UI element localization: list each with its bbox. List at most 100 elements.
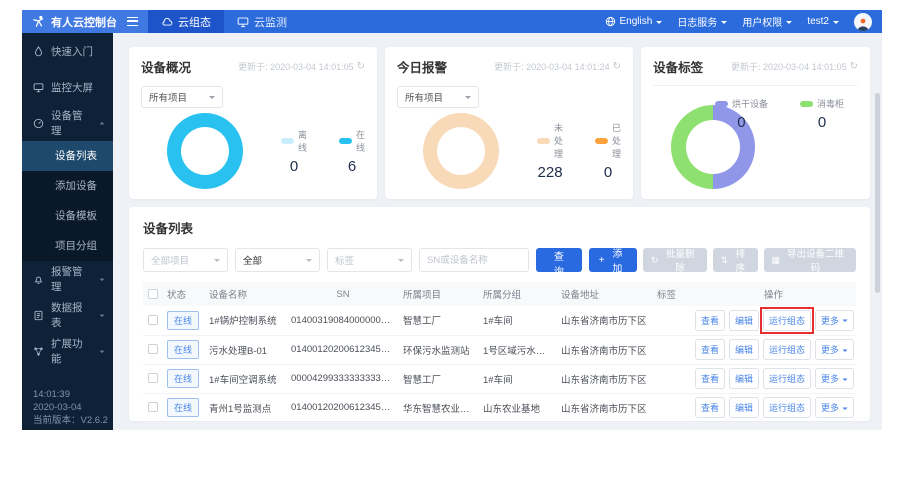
sort-button[interactable]: ⇅ 排序 <box>712 248 758 274</box>
sidebar-footer: 14:01:39 2020-03-04 当前版本：V2.6.2 <box>33 388 108 427</box>
sidebar-item-extensions[interactable]: 扩展功能 <box>22 333 113 369</box>
username-label: test2 <box>807 16 829 27</box>
edit-button[interactable]: 编辑 <box>729 339 760 360</box>
tag-filter-select[interactable]: 标签 <box>327 248 413 272</box>
row-checkbox[interactable] <box>148 315 158 326</box>
sidebar-item-big-screen[interactable]: 监控大屏 <box>22 69 113 105</box>
add-device-button[interactable]: + 添加 <box>588 248 638 275</box>
view-button[interactable]: 查看 <box>695 309 726 331</box>
legend-online: 在线 6 <box>339 128 365 175</box>
run-scada-button[interactable]: 运行组态 <box>763 368 812 389</box>
refresh-icon[interactable]: ↻ <box>613 61 621 72</box>
tab-label: 云组态 <box>178 16 211 29</box>
device-status-donut <box>167 113 243 189</box>
row-checkbox[interactable] <box>148 373 158 384</box>
more-button[interactable]: 更多 <box>815 339 855 360</box>
language-menu[interactable]: English <box>605 16 663 27</box>
col-status: 状态 <box>163 282 205 306</box>
row-checkbox[interactable] <box>148 402 158 413</box>
refresh-icon[interactable]: ↻ <box>850 61 858 72</box>
search-button[interactable]: 查询 <box>536 248 582 278</box>
chevron-down-icon <box>842 348 848 354</box>
legend-label: 未处理 <box>554 123 564 159</box>
alarm-status-donut <box>423 113 500 189</box>
sidebar-item-add-device[interactable]: 添加设备 <box>22 171 113 201</box>
person-logo-icon <box>33 15 44 27</box>
legend-swatch <box>281 137 294 144</box>
card-updated: 更新于: 2020-03-04 14:01:05 ↻ <box>238 60 365 73</box>
card-updated: 更新于: 2020-03-04 14:01:24 ↻ <box>494 60 621 73</box>
sidebar-item-label: 报警管理 <box>51 266 83 293</box>
chevron-down-icon <box>842 406 848 412</box>
chevron-down-icon <box>209 96 215 102</box>
legend-value: 0 <box>817 114 827 131</box>
report-icon <box>34 310 43 320</box>
more-button[interactable]: 更多 <box>815 397 855 418</box>
device-tag <box>653 364 691 394</box>
run-scada-button[interactable]: 运行组态 <box>763 339 812 360</box>
col-ops: 操作 <box>691 282 856 306</box>
col-sn: SN <box>287 282 399 306</box>
run-scada-button[interactable]: 运行组态 <box>760 306 815 334</box>
legend-value: 0 <box>737 114 746 131</box>
tab-cloud-scada[interactable]: 云组态 <box>148 10 224 33</box>
card-today-alarms: 今日报警 更新于: 2020-03-04 14:01:24 ↻ 所有项目 未处理 <box>385 47 634 199</box>
card-title: 今日报警 <box>397 61 448 75</box>
sidebar-item-device-mgmt[interactable]: 设备管理 <box>22 105 113 141</box>
more-button[interactable]: 更多 <box>815 368 855 389</box>
refresh-icon[interactable]: ↻ <box>357 61 365 72</box>
updated-text: 更新于: 2020-03-04 14:01:24 <box>494 62 610 72</box>
run-scada-button[interactable]: 运行组态 <box>763 397 812 418</box>
scope-filter-select[interactable]: 全部 <box>235 248 321 272</box>
device-project: 智慧工厂 <box>399 306 479 336</box>
globe-icon <box>605 16 615 27</box>
button-label: 排序 <box>735 249 746 274</box>
user-permission-menu[interactable]: 用户权限 <box>742 14 793 29</box>
device-address: 山东省济南市历下区 <box>557 306 653 336</box>
sidebar-item-label: 数据报表 <box>51 302 83 329</box>
scrollbar[interactable] <box>875 93 880 293</box>
avatar[interactable] <box>854 12 872 31</box>
gauge-icon <box>33 118 44 128</box>
select-value: 所有项目 <box>149 93 188 104</box>
button-label: 更多 <box>821 345 840 355</box>
project-filter-select[interactable]: 全部项目 <box>143 248 229 272</box>
table-row: 在线 1#锅炉控制系统 01400319084000000006 智慧工厂 1#… <box>143 306 856 336</box>
sidebar-item-data-report[interactable]: 数据报表 <box>22 297 113 333</box>
view-button[interactable]: 查看 <box>695 368 726 389</box>
device-name: 1#锅炉控制系统 <box>205 306 287 336</box>
plus-icon: + <box>598 254 605 266</box>
col-tag: 标签 <box>653 282 691 306</box>
monitor-icon <box>237 16 249 27</box>
edit-button[interactable]: 编辑 <box>729 397 760 418</box>
sidebar-item-project-group[interactable]: 项目分组 <box>22 231 113 261</box>
edit-button[interactable]: 编辑 <box>729 309 760 331</box>
view-button[interactable]: 查看 <box>695 397 726 418</box>
sidebar-item-device-template[interactable]: 设备模板 <box>22 201 113 231</box>
search-input[interactable] <box>419 248 530 272</box>
view-button[interactable]: 查看 <box>695 339 726 360</box>
device-project: 环保污水监测站 <box>399 335 479 365</box>
sidebar-item-alarm-mgmt[interactable]: 报警管理 <box>22 261 113 297</box>
more-button[interactable]: 更多 <box>815 309 855 331</box>
avatar-person-icon <box>857 18 869 31</box>
batch-delete-button[interactable]: ↻ 批量删除 <box>643 248 707 274</box>
menu-toggle-icon[interactable] <box>127 17 138 26</box>
project-filter-select[interactable]: 所有项目 <box>141 86 223 108</box>
chevron-down-icon <box>465 96 472 102</box>
col-project: 所属项目 <box>399 282 479 306</box>
sidebar-item-label: 扩展功能 <box>51 338 83 365</box>
sidebar-item-device-list[interactable]: 设备列表 <box>22 141 113 171</box>
edit-button[interactable]: 编辑 <box>729 368 760 389</box>
sidebar-item-quick-start[interactable]: 快速入门 <box>22 33 113 69</box>
export-qr-button[interactable]: ▦ 导出设备二维码 <box>763 248 856 274</box>
account-menu[interactable]: test2 <box>807 16 839 27</box>
row-checkbox[interactable] <box>148 344 158 355</box>
monitor-icon <box>33 82 44 92</box>
filter-toolbar: 全部项目 全部 标签 查询 +添加 ↻批量删除 ⇅排序 ▦导出设备二维 <box>143 248 856 278</box>
legend-swatch <box>799 100 813 107</box>
project-filter-select[interactable]: 所有项目 <box>397 86 480 108</box>
select-all-checkbox[interactable] <box>148 288 158 299</box>
tab-cloud-monitor[interactable]: 云监测 <box>224 10 300 33</box>
log-service-menu[interactable]: 日志服务 <box>677 14 728 29</box>
